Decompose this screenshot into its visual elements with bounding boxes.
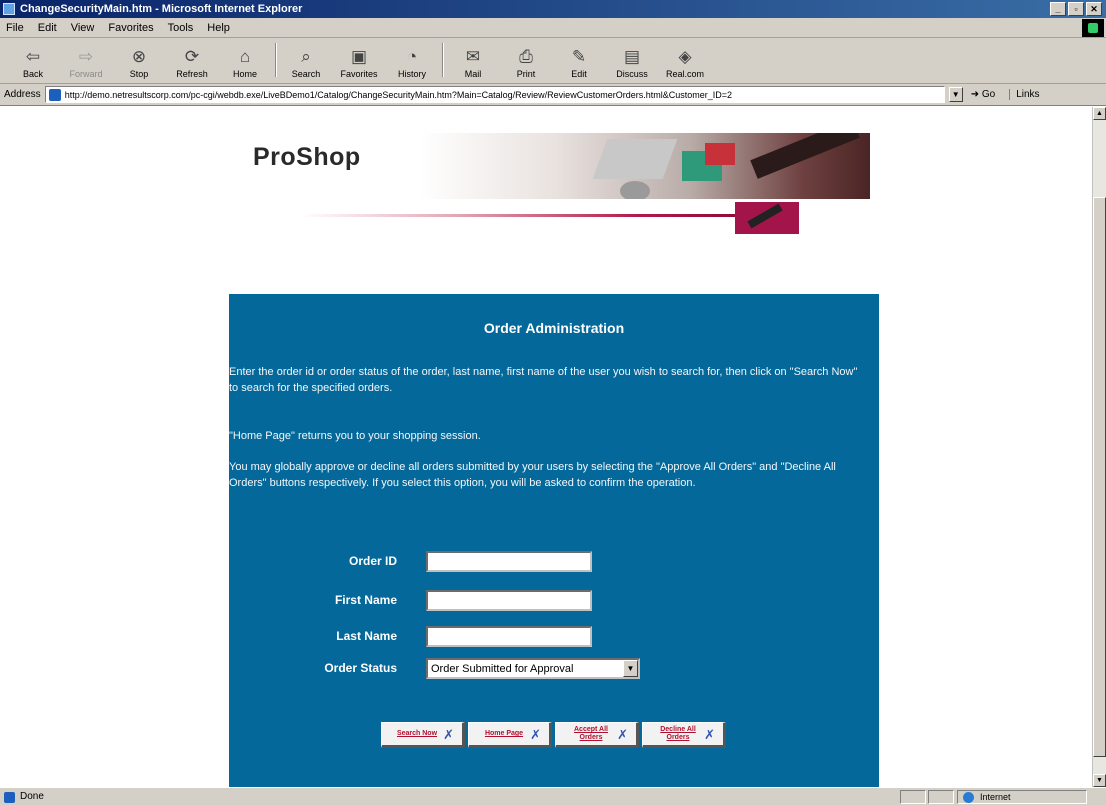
zone-label: Internet bbox=[980, 792, 1011, 802]
search-now-button[interactable]: Search Now ✗ bbox=[381, 722, 465, 748]
menu-edit[interactable]: Edit bbox=[38, 22, 57, 34]
toolbar-separator bbox=[275, 43, 277, 77]
scroll-down-arrow-icon[interactable]: ▼ bbox=[1093, 774, 1106, 787]
order-status-row: Order Status Order Submitted for Approva… bbox=[229, 656, 879, 680]
standard-toolbar: ⇦ Back ⇨ Forward ⊗ Stop ⟳ Refresh ⌂ Home ⌕ Sea… bbox=[0, 38, 1106, 84]
status-cell bbox=[928, 790, 954, 804]
address-dropdown-button[interactable]: ▼ bbox=[948, 87, 963, 102]
edit-button[interactable]: ✎ Edit bbox=[556, 39, 602, 79]
menu-tools[interactable]: Tools bbox=[168, 22, 194, 34]
forward-arrow-icon: ⇨ bbox=[78, 47, 94, 66]
home-page-note: "Home Page" returns you to your shopping… bbox=[229, 430, 481, 442]
page-icon bbox=[48, 88, 61, 101]
first-name-row: First Name bbox=[229, 588, 879, 612]
back-button[interactable]: ⇦ Back bbox=[10, 39, 56, 79]
windows-logo-icon bbox=[1082, 19, 1104, 37]
realcom-icon: ◈ bbox=[678, 47, 692, 66]
order-id-label: Order ID bbox=[348, 554, 397, 568]
home-page-button[interactable]: Home Page ✗ bbox=[468, 722, 552, 748]
running-man-icon: ✗ bbox=[530, 727, 541, 742]
panel-title: Order Administration bbox=[483, 320, 625, 336]
running-man-icon: ✗ bbox=[704, 727, 715, 742]
search-icon: ⌕ bbox=[301, 47, 311, 66]
address-label: Address bbox=[4, 89, 41, 100]
print-icon: ⎙ bbox=[519, 47, 533, 66]
page-viewport: ProShop Order Administration Enter the o… bbox=[0, 107, 1092, 787]
decline-all-orders-button[interactable]: Decline All Orders ✗ bbox=[642, 722, 726, 748]
window-title: ChangeSecurityMain.htm - Microsoft Inter… bbox=[20, 3, 303, 15]
favorites-icon: ▣ bbox=[350, 47, 368, 66]
security-zone: Internet bbox=[957, 790, 1087, 804]
discuss-icon: ▤ bbox=[623, 47, 641, 66]
status-cell bbox=[900, 790, 926, 804]
chevron-down-icon[interactable]: ▼ bbox=[623, 660, 638, 677]
mail-icon: ✉ bbox=[465, 47, 481, 66]
discuss-button[interactable]: ▤ Discuss bbox=[609, 39, 655, 79]
window-controls: _ ▫ ✕ bbox=[1050, 2, 1102, 16]
refresh-button[interactable]: ⟳ Refresh bbox=[169, 39, 215, 79]
home-button[interactable]: ⌂ Home bbox=[222, 39, 268, 79]
print-button[interactable]: ⎙ Print bbox=[503, 39, 549, 79]
close-button[interactable]: ✕ bbox=[1086, 2, 1102, 16]
order-id-input[interactable] bbox=[426, 551, 592, 572]
menu-bar: File Edit View Favorites Tools Help bbox=[0, 18, 1106, 38]
maximize-button[interactable]: ▫ bbox=[1068, 2, 1084, 16]
mail-button[interactable]: ✉ Mail bbox=[450, 39, 496, 79]
order-status-label: Order Status bbox=[324, 661, 397, 675]
edit-icon: ✎ bbox=[571, 47, 587, 66]
last-name-label: Last Name bbox=[336, 629, 397, 643]
realcom-button[interactable]: ◈ Real.com bbox=[662, 39, 708, 79]
toolbar-separator bbox=[442, 43, 444, 77]
first-name-input[interactable] bbox=[426, 590, 592, 611]
home-icon: ⌂ bbox=[239, 47, 251, 66]
ie-icon bbox=[3, 3, 15, 15]
menu-help[interactable]: Help bbox=[207, 22, 230, 34]
search-button[interactable]: ⌕ Search bbox=[283, 39, 329, 79]
menu-favorites[interactable]: Favorites bbox=[108, 22, 153, 34]
address-url: http://demo.netresultscorp.com/pc-cgi/we… bbox=[64, 89, 732, 100]
banner-cube-icon bbox=[735, 202, 799, 234]
order-status-value: Order Submitted for Approval bbox=[431, 662, 574, 675]
minimize-button[interactable]: _ bbox=[1050, 2, 1066, 16]
menu-file[interactable]: File bbox=[6, 22, 24, 34]
links-button[interactable]: Links bbox=[1009, 89, 1040, 100]
status-bar: Done Internet bbox=[0, 787, 1106, 805]
accept-all-orders-button[interactable]: Accept All Orders ✗ bbox=[555, 722, 639, 748]
globe-icon bbox=[963, 792, 974, 803]
running-man-icon: ✗ bbox=[617, 727, 628, 742]
last-name-row: Last Name bbox=[229, 624, 879, 648]
stop-icon: ⊗ bbox=[131, 47, 147, 66]
go-arrow-icon: ➜ bbox=[970, 89, 980, 100]
history-icon: ◔ bbox=[406, 47, 418, 66]
go-button[interactable]: ➜ Go bbox=[971, 89, 996, 100]
back-arrow-icon: ⇦ bbox=[25, 47, 41, 66]
scroll-thumb[interactable] bbox=[1093, 197, 1106, 757]
favorites-button[interactable]: ▣ Favorites bbox=[336, 39, 382, 79]
order-id-row: Order ID bbox=[229, 549, 879, 573]
scroll-up-arrow-icon[interactable]: ▲ bbox=[1093, 107, 1106, 120]
menu-view[interactable]: View bbox=[71, 22, 95, 34]
address-bar: Address http://demo.netresultscorp.com/p… bbox=[0, 84, 1106, 106]
banner-image bbox=[420, 133, 870, 199]
refresh-icon: ⟳ bbox=[184, 47, 200, 66]
order-status-select[interactable]: Order Submitted for Approval ▼ bbox=[426, 658, 640, 679]
history-button[interactable]: ◔ History bbox=[389, 39, 435, 79]
approve-note: You may globally approve or decline all … bbox=[229, 461, 836, 489]
stop-button[interactable]: ⊗ Stop bbox=[116, 39, 162, 79]
proshop-logo: ProShop bbox=[253, 143, 361, 171]
vertical-scrollbar[interactable]: ▲ ▼ bbox=[1092, 107, 1106, 787]
last-name-input[interactable] bbox=[426, 626, 592, 647]
running-man-icon: ✗ bbox=[443, 727, 454, 742]
banner-rule bbox=[300, 214, 750, 217]
address-input[interactable]: http://demo.netresultscorp.com/pc-cgi/we… bbox=[44, 86, 945, 103]
first-name-label: First Name bbox=[334, 593, 397, 607]
action-buttons: Search Now ✗ Home Page ✗ Accept All Orde… bbox=[381, 722, 726, 748]
window-titlebar: ChangeSecurityMain.htm - Microsoft Inter… bbox=[0, 0, 1106, 18]
status-text: Done bbox=[0, 791, 44, 803]
instructions-text: Enter the order id or order status of th… bbox=[229, 366, 858, 394]
order-admin-panel: Order Administration Enter the order id … bbox=[229, 294, 879, 787]
forward-button[interactable]: ⇨ Forward bbox=[63, 39, 109, 79]
